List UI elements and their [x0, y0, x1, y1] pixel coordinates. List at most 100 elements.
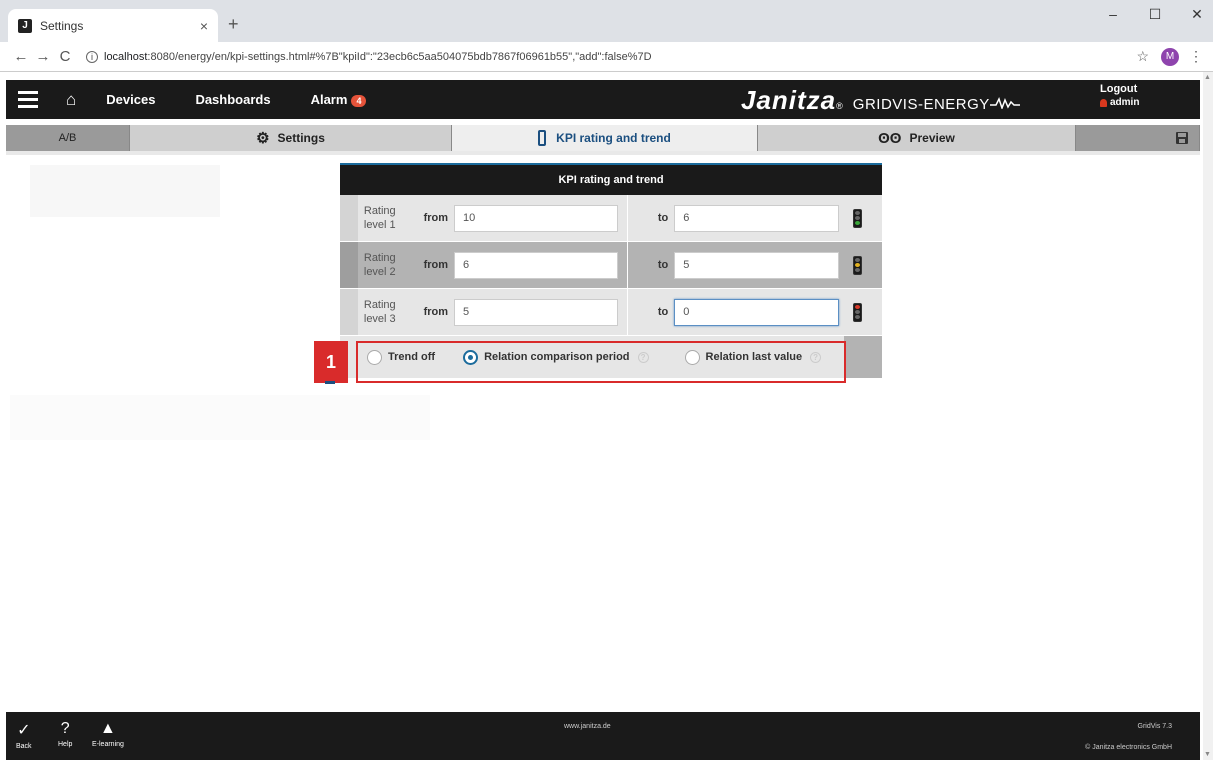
browser-menu-icon[interactable]: ⋮ [1189, 48, 1203, 65]
background-placeholder [30, 165, 220, 217]
tab-title: Settings [40, 18, 84, 33]
elearning-button[interactable]: ▲ E-learning [92, 720, 124, 748]
to-area: to [626, 242, 882, 288]
waveform-icon [989, 97, 1020, 109]
glasses-icon: ʘʘ [878, 129, 902, 147]
rating-label: Rating level 1 [363, 205, 396, 231]
step-number-badge: 1 [314, 341, 348, 383]
from-label: from [423, 306, 449, 318]
home-icon[interactable]: ⌂ [66, 90, 76, 110]
app-footer: ✓ Back ? Help ▲ E-learning www.janitza.d… [6, 712, 1200, 760]
tab-preview[interactable]: ʘʘ Preview [758, 125, 1076, 151]
scroll-up-arrow-icon[interactable]: ▲ [1204, 74, 1211, 81]
floppy-disk-icon [1176, 132, 1188, 144]
rating-label: Rating level 3 [363, 299, 396, 325]
logout-box[interactable]: Logout admin [1100, 82, 1139, 110]
scroll-down-arrow-icon[interactable]: ▼ [1204, 751, 1211, 758]
profile-avatar[interactable]: M [1161, 47, 1179, 66]
graduation-cap-icon: ▲ [100, 720, 116, 737]
close-window-button[interactable]: ✕ [1187, 6, 1207, 23]
back-label: Back [16, 743, 32, 750]
brand-name: Janitza [741, 85, 837, 115]
new-tab-button[interactable]: + [228, 14, 239, 35]
site-info-icon[interactable]: i [86, 50, 98, 63]
save-button[interactable] [1076, 125, 1200, 151]
footer-version: GridVis 7.3 [1137, 723, 1173, 730]
bookmark-star-icon[interactable]: ☆ [1136, 48, 1149, 65]
rating-row-1: Ratinglevel 1 from to [340, 195, 882, 242]
rating-3-to-input[interactable] [674, 298, 840, 326]
panel-title: KPI rating and trend [340, 163, 882, 195]
highlight-frame [356, 341, 846, 383]
footer-copyright: © Janitza electronics GmbH [1085, 744, 1172, 751]
rating-label: Rating level 2 [363, 252, 396, 278]
app-header: ⌂ Devices Dashboards Alarm 4 Janitza ® GR… [6, 80, 1200, 119]
alarm-count-badge: 4 [351, 94, 367, 107]
traffic-light-green-icon [853, 208, 863, 228]
from-label: from [423, 212, 449, 224]
to-area: to [626, 289, 882, 335]
hamburger-menu-icon[interactable] [18, 91, 52, 108]
to-label: to [657, 259, 669, 271]
brand-registered: ® [836, 101, 843, 111]
nav-alarm-label: Alarm [310, 92, 348, 107]
url-field[interactable]: i localhost:8080/energy/en/kpi-settings.h… [86, 50, 1136, 63]
user-icon [1100, 99, 1107, 107]
tab-settings[interactable]: ⚙ Settings [130, 125, 452, 151]
to-label: to [657, 212, 669, 224]
from-label: from [423, 259, 449, 271]
nav-dashboards[interactable]: Dashboards [195, 92, 270, 107]
tab-preview-label: Preview [909, 131, 955, 145]
traffic-light-yellow-icon [853, 255, 863, 275]
rating-1-from-input[interactable] [454, 204, 618, 232]
browser-tab[interactable]: J Settings × [8, 9, 218, 42]
janitza-favicon-icon: J [18, 18, 32, 33]
url-host: localhost [104, 50, 148, 63]
forward-arrow-icon[interactable]: → [32, 48, 54, 65]
browser-tab-strip: J Settings × + – ☐ ✕ [0, 0, 1213, 42]
to-label: to [657, 306, 669, 318]
address-bar-row: ← → C i localhost:8080/energy/en/kpi-sett… [0, 42, 1213, 72]
user-name: admin [1110, 97, 1140, 108]
back-button[interactable]: ✓ Back [16, 720, 32, 750]
tab-kpi-rating[interactable]: KPI rating and trend [452, 125, 758, 151]
gears-icon: ⚙ [256, 130, 270, 147]
rating-2-to-input[interactable] [674, 251, 840, 279]
window-controls: – ☐ ✕ [1103, 6, 1207, 23]
traffic-light-icon [538, 130, 547, 146]
traffic-light-red-icon [853, 302, 863, 322]
rating-row-2: Ratinglevel 2 from to [340, 242, 882, 289]
sub-nav-shadow [6, 151, 1200, 155]
help-button[interactable]: ? Help [58, 720, 72, 748]
janitza-logo: Janitza ® GRIDVIS-ENERGY [741, 85, 1020, 116]
tab-kpi-label: KPI rating and trend [556, 131, 671, 145]
minimize-button[interactable]: – [1103, 6, 1123, 23]
tab-ab-label: A/B [58, 132, 77, 144]
maximize-button[interactable]: ☐ [1145, 6, 1165, 23]
background-placeholder [10, 395, 430, 440]
page-scrollbar[interactable]: ▲ ▼ [1203, 72, 1213, 760]
rating-3-from-input[interactable] [454, 298, 618, 326]
back-arrow-icon[interactable]: ← [10, 48, 32, 65]
elearning-label: E-learning [92, 741, 124, 748]
brand-subtitle: GRIDVIS-ENERGY [852, 96, 990, 113]
url-path: :8080/energy/en/kpi-settings.html#%7B"kp… [147, 50, 652, 63]
tab-ab[interactable]: A/B [6, 125, 130, 151]
footer-website-link[interactable]: www.janitza.de [564, 723, 611, 730]
rating-1-to-input[interactable] [674, 204, 840, 232]
step-marker [325, 381, 335, 384]
to-area: to [626, 195, 882, 241]
user-line: admin [1100, 96, 1139, 110]
tab-close-icon[interactable]: × [200, 18, 208, 34]
nav-devices[interactable]: Devices [106, 92, 155, 107]
nav-alarm[interactable]: Alarm 4 [311, 92, 367, 107]
sub-navigation: A/B ⚙ Settings KPI rating and trend ʘʘ Pre… [6, 125, 1200, 151]
back-check-icon: ✓ [17, 722, 31, 739]
logout-link[interactable]: Logout [1100, 82, 1139, 96]
reload-icon[interactable]: C [54, 48, 76, 65]
tab-settings-label: Settings [277, 131, 325, 145]
help-circle-icon: ? [60, 720, 70, 737]
rating-row-3: Ratinglevel 3 from to [340, 289, 882, 336]
help-label: Help [58, 741, 73, 748]
rating-2-from-input[interactable] [454, 251, 618, 279]
